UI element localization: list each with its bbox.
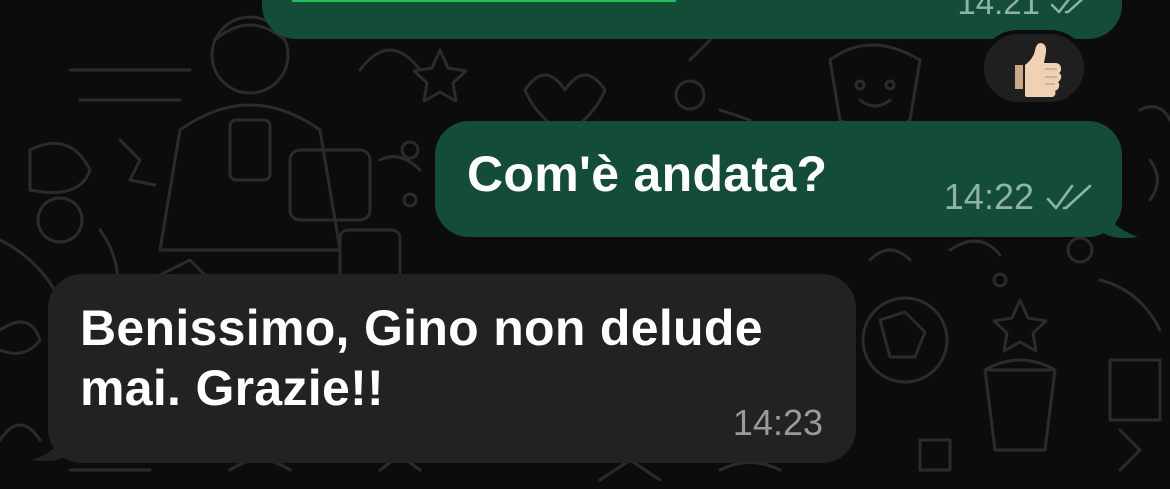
message-bubble-outgoing[interactable]: 14:21 — [262, 0, 1122, 39]
message-time: 14:22 — [943, 176, 1034, 217]
message-text: Benissimo, Gino non delude mai. Grazie!! — [80, 300, 763, 416]
message-bubble-incoming[interactable]: Benissimo, Gino non delude mai. Grazie!!… — [48, 274, 856, 463]
bubble-tail-outgoing — [1098, 195, 1138, 238]
bubble-tail-incoming — [32, 418, 72, 461]
message-meta: 14:21 — [957, 0, 1092, 22]
link-preview-bar — [292, 0, 676, 2]
message-time: 14:23 — [732, 402, 823, 443]
message-text: Com'è andata? — [467, 146, 828, 202]
message-time: 14:21 — [957, 0, 1040, 21]
message-reaction[interactable] — [980, 30, 1088, 106]
double-check-read-icon — [1046, 184, 1092, 210]
message-bubble-outgoing[interactable]: Com'è andata? 14:22 — [435, 121, 1122, 237]
chat-view[interactable]: 14:21 Com'è andata? 14:22 Benissimo, Gin… — [0, 0, 1170, 489]
thumbs-up-icon — [1015, 43, 1062, 97]
message-meta: 14:22 — [944, 176, 1092, 218]
double-check-read-icon — [1050, 0, 1084, 14]
